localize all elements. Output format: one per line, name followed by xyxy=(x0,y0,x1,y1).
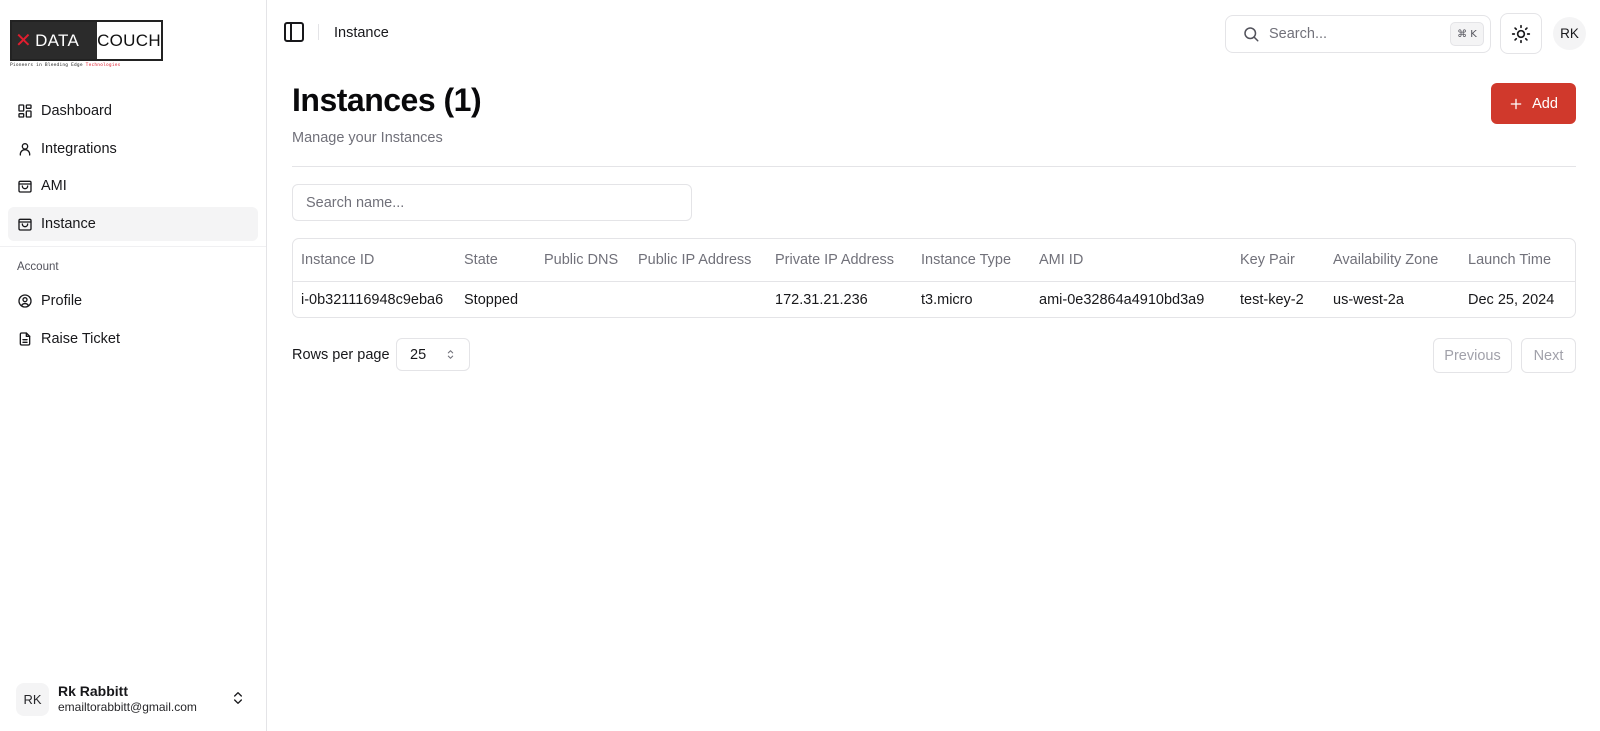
sun-icon xyxy=(1511,24,1531,43)
sidebar-item-label: Integrations xyxy=(41,140,117,157)
col-public-ip[interactable]: Public IP Address xyxy=(630,239,767,282)
cell-public-ip xyxy=(630,281,767,317)
sidebar-item-label: Dashboard xyxy=(41,103,112,119)
chevrons-up-down-icon xyxy=(234,692,242,704)
sidebar-divider xyxy=(0,246,266,247)
page-title: Instances (1) xyxy=(292,82,482,118)
top-header: Instance Search... ⌘ K RK xyxy=(268,0,1600,66)
sidebar-item-integrations[interactable]: Integrations xyxy=(8,132,258,166)
user-circle-icon xyxy=(18,294,32,308)
rows-per-page-label: Rows per page xyxy=(292,347,390,363)
sidebar-item-label: Instance xyxy=(41,215,96,232)
col-private-ip[interactable]: Private IP Address xyxy=(767,239,913,282)
page-subtitle: Manage your Instances xyxy=(292,130,443,146)
name-search-input[interactable] xyxy=(292,184,692,221)
col-key-pair[interactable]: Key Pair xyxy=(1232,239,1325,282)
rows-per-page-value: 25 xyxy=(410,346,427,363)
header-separator xyxy=(318,24,319,40)
sidebar-item-label: Raise Ticket xyxy=(41,330,120,347)
search-placeholder: Search... xyxy=(1269,26,1328,42)
cell-private-ip: 172.31.21.236 xyxy=(775,291,868,308)
dashboard-icon xyxy=(18,104,32,118)
breadcrumb: Instance xyxy=(334,25,389,41)
shopping-bag-icon xyxy=(18,180,32,193)
cell-availability-zone: us-west-2a xyxy=(1333,291,1404,308)
col-instance-id[interactable]: Instance ID xyxy=(293,239,456,282)
cell-state: Stopped xyxy=(464,291,519,308)
cell-instance-id: i-0b321116948c9eba6 xyxy=(301,291,444,308)
previous-page-button[interactable]: Previous xyxy=(1433,338,1512,373)
avatar: RK xyxy=(16,682,49,716)
col-availability-zone[interactable]: Availability Zone xyxy=(1325,239,1460,282)
sidebar-account-nav: Profile Raise Ticket xyxy=(8,284,258,359)
shopping-bag-icon xyxy=(18,218,32,231)
add-button[interactable]: Add xyxy=(1491,83,1576,124)
sidebar-item-ami[interactable]: AMI xyxy=(8,169,258,203)
section-label-account: Account xyxy=(17,261,59,273)
plus-icon xyxy=(1510,98,1522,109)
cell-key-pair: test-key-2 xyxy=(1240,291,1304,308)
cell-ami-id: ami-0e32864a4910bd3a9 xyxy=(1039,291,1205,308)
table-header-row: Instance ID State Public DNS Public IP A… xyxy=(293,239,1575,282)
col-ami-id[interactable]: AMI ID xyxy=(1031,239,1232,282)
col-launch-time[interactable]: Launch Time xyxy=(1460,239,1575,282)
cell-launch-time: Dec 25, 2024 xyxy=(1468,291,1555,308)
next-page-button[interactable]: Next xyxy=(1521,338,1576,373)
logo-x-mark: ✕ xyxy=(15,30,33,52)
add-button-label: Add xyxy=(1532,95,1558,112)
logo-tagline-accent: Technologies xyxy=(85,63,121,68)
sidebar-toggle-icon[interactable] xyxy=(282,20,306,44)
file-text-icon xyxy=(19,331,31,346)
sidebar-item-instance[interactable]: Instance xyxy=(8,206,258,241)
header-avatar[interactable]: RK xyxy=(1553,17,1586,50)
theme-toggle-button[interactable] xyxy=(1500,13,1542,54)
user-icon xyxy=(19,142,31,156)
sidebar-item-dashboard[interactable]: Dashboard xyxy=(8,94,258,128)
sidebar-item-label: Profile xyxy=(41,293,83,309)
logo-word-left: DATA xyxy=(35,30,80,50)
logo-word-right: COUCH xyxy=(97,30,161,50)
chevrons-up-down-icon xyxy=(447,350,454,359)
sidebar-item-profile[interactable]: Profile xyxy=(8,284,258,318)
header-divider xyxy=(292,166,1576,167)
user-menu[interactable]: RK Rk Rabbitt emailtorabbitt@gmail.com xyxy=(16,682,256,716)
sidebar: ✕ DATA COUCH Pioneers in Bleeding Edge T… xyxy=(0,0,267,731)
sidebar-nav: Dashboard Integrations AMI Instance xyxy=(8,94,258,244)
cell-public-dns xyxy=(536,281,630,317)
global-search[interactable]: Search... ⌘ K xyxy=(1225,15,1491,53)
cell-instance-type: t3.micro xyxy=(921,291,973,308)
logo-tagline: Pioneers in Bleeding Edge Technologies xyxy=(10,63,163,68)
search-icon xyxy=(1244,27,1259,42)
brand-logo[interactable]: ✕ DATA COUCH Pioneers in Bleeding Edge T… xyxy=(10,20,163,69)
sidebar-item-label: AMI xyxy=(41,178,67,194)
instances-table: Instance ID State Public DNS Public IP A… xyxy=(292,238,1576,318)
logo-left: ✕ DATA xyxy=(12,22,97,59)
logo-box: ✕ DATA COUCH xyxy=(10,20,163,61)
user-email: emailtorabbitt@gmail.com xyxy=(58,700,197,715)
col-instance-type[interactable]: Instance Type xyxy=(913,239,1031,282)
user-info: Rk Rabbitt emailtorabbitt@gmail.com xyxy=(58,683,197,714)
col-public-dns[interactable]: Public DNS xyxy=(536,239,630,282)
rows-per-page-select[interactable]: 25 xyxy=(396,338,470,371)
table-row[interactable]: i-0b321116948c9eba6 Stopped 172.31.21.23… xyxy=(293,281,1575,317)
col-state[interactable]: State xyxy=(456,239,536,282)
logo-tagline-main: Pioneers in Bleeding Edge xyxy=(10,63,83,68)
sidebar-item-raise-ticket[interactable]: Raise Ticket xyxy=(8,322,258,356)
user-name: Rk Rabbitt xyxy=(58,683,128,700)
shortcut-badge: ⌘ K xyxy=(1450,22,1484,46)
